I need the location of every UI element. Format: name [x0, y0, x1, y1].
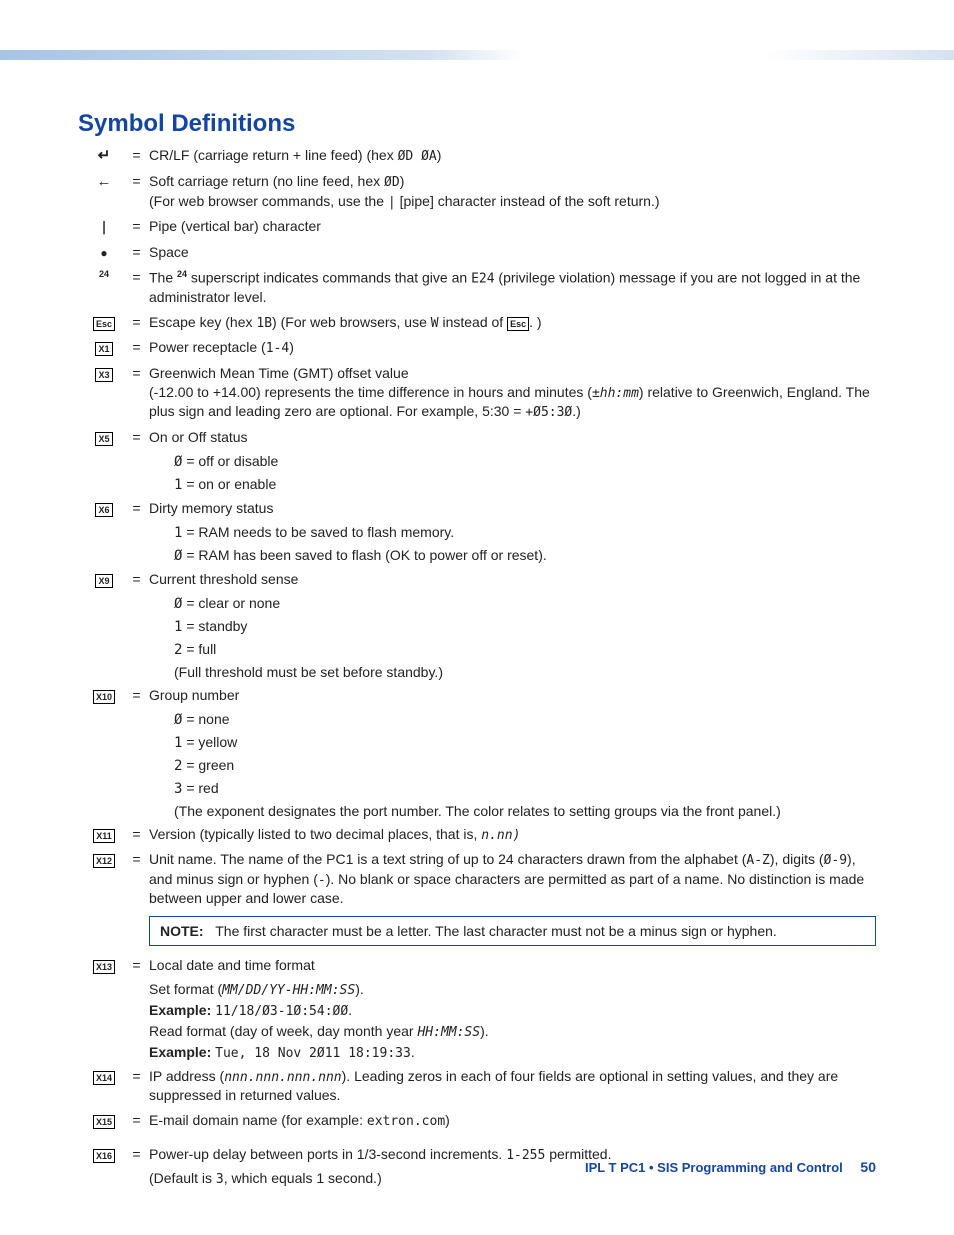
def-x11: X11 = Version (typically listed to two d… — [84, 825, 876, 845]
x9-opt-0: Ø = clear or none — [174, 595, 876, 612]
bullet-icon: ● — [100, 246, 107, 260]
def-crlf: ↵ = CR/LF (carriage return + line feed) … — [84, 146, 876, 166]
x13-ex1: Example: 11/18/Ø3-1Ø:54:ØØ. — [149, 1002, 876, 1019]
x14-icon: X14 — [93, 1071, 115, 1085]
x5-opt-0: Ø = off or disable — [174, 453, 876, 470]
x15-icon: X15 — [93, 1115, 115, 1129]
x9-opt-1: 1 = standby — [174, 618, 876, 635]
back-arrow-icon: ← — [97, 173, 112, 190]
def-x9: X9 = Current threshold sense — [84, 570, 876, 589]
x6-icon: X6 — [95, 503, 112, 517]
x12-icon: X12 — [93, 854, 115, 868]
def-x13: X13 = Local date and time format — [84, 956, 876, 975]
esc-key-icon: Esc — [93, 317, 115, 331]
x10-note: (The exponent designates the port number… — [174, 803, 876, 819]
x13-ex2: Example: Tue, 18 Nov 2Ø11 18:19:33. — [149, 1044, 876, 1061]
footer-title: IPL T PC1 • SIS Programming and Control — [585, 1160, 843, 1175]
def-soft-cr: ← = Soft carriage return (no line feed, … — [84, 172, 876, 211]
note-box: NOTE: The first character must be a lett… — [149, 916, 876, 946]
x10-opt-0: Ø = none — [174, 711, 876, 728]
def-x3: X3 = Greenwich Mean Time (GMT) offset va… — [84, 364, 876, 422]
def-x15: X15 = E-mail domain name (for example: e… — [84, 1111, 876, 1131]
x13-read: Read format (day of week, day month year… — [149, 1023, 876, 1040]
x10-opt-1: 1 = yellow — [174, 734, 876, 751]
x10-opt-3: 3 = red — [174, 780, 876, 797]
pipe-icon: | — [100, 220, 108, 235]
def-x14: X14 = IP address (nnn.nnn.nnn.nnn). Lead… — [84, 1067, 876, 1105]
x9-opt-2: 2 = full — [174, 641, 876, 658]
def-esc: Esc = Escape key (hex 1B) (For web brows… — [84, 313, 876, 333]
softcr-desc: Soft carriage return (no line feed, hex … — [149, 172, 876, 211]
x6-opt-1: 1 = RAM needs to be saved to flash memor… — [174, 524, 876, 541]
def-x1: X1 = Power receptacle (1-4) — [84, 338, 876, 358]
top-gradient-bar — [0, 50, 954, 60]
def-x5: X5 = On or Off status — [84, 428, 876, 447]
x3-icon: X3 — [95, 368, 112, 382]
x11-icon: X11 — [93, 829, 115, 843]
x13-set: Set format (MM/DD/YY-HH:MM:SS). — [149, 981, 876, 998]
def-pipe: | = Pipe (vertical bar) character — [84, 217, 876, 237]
def-x10: X10 = Group number — [84, 686, 876, 705]
x9-icon: X9 — [95, 574, 112, 588]
def-24: 24 = The 24 superscript indicates comman… — [84, 268, 876, 307]
def-space: ● = Space — [84, 243, 876, 262]
note-text: The first character must be a letter. Th… — [215, 923, 777, 939]
x1-icon: X1 — [95, 342, 112, 356]
def-x6: X6 = Dirty memory status — [84, 499, 876, 518]
x16-icon: X16 — [93, 1149, 115, 1163]
crlf-desc: CR/LF (carriage return + line feed) (hex… — [149, 146, 876, 166]
x10-opt-2: 2 = green — [174, 757, 876, 774]
x10-icon: X10 — [93, 690, 115, 704]
equals: = — [124, 146, 149, 165]
x5-icon: X5 — [95, 432, 112, 446]
return-icon: ↵ — [98, 147, 111, 164]
page-footer: IPL T PC1 • SIS Programming and Control … — [585, 1159, 876, 1175]
sup-24-icon: 24 — [99, 269, 109, 279]
x6-opt-0: Ø = RAM has been saved to flash (OK to p… — [174, 547, 876, 564]
heading-symbol-definitions: Symbol Definitions — [78, 110, 876, 138]
x13-icon: X13 — [93, 960, 115, 974]
x9-note: (Full threshold must be set before stand… — [174, 664, 876, 680]
note-label: NOTE: — [160, 923, 204, 939]
definitions-list: ↵ = CR/LF (carriage return + line feed) … — [84, 146, 876, 1187]
def-x12: X12 = Unit name. The name of the PC1 is … — [84, 850, 876, 908]
footer-page: 50 — [860, 1159, 876, 1175]
x5-opt-1: 1 = on or enable — [174, 476, 876, 493]
